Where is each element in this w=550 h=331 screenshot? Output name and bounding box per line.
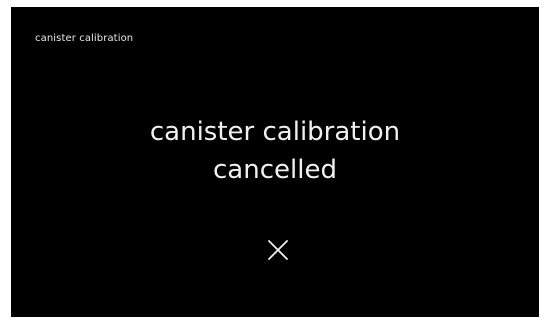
screen-title: canister calibration	[35, 33, 134, 44]
close-button[interactable]	[265, 237, 291, 263]
status-message-line-1: canister calibration	[149, 117, 401, 147]
close-icon	[268, 240, 288, 260]
status-message: canister calibration cancelled	[11, 113, 539, 189]
calibration-screen: canister calibration canister calibratio…	[11, 7, 539, 317]
status-message-line-2: cancelled	[213, 155, 337, 185]
